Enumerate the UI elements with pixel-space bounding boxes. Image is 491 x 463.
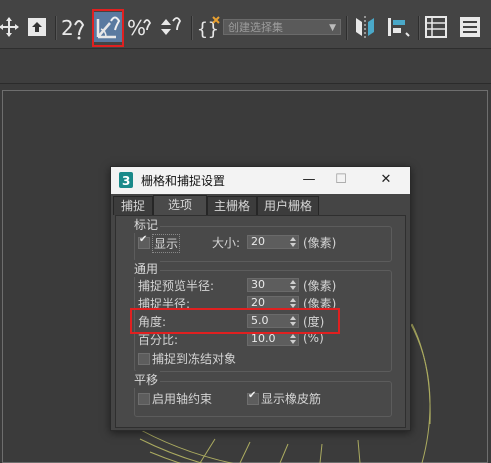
maximize-button[interactable]: ☐ [330, 170, 352, 190]
svg-text:{}: {} [197, 19, 219, 40]
move-icon[interactable] [0, 12, 24, 42]
general-group-title: 通用 [132, 260, 161, 277]
snap-frozen-checkbox[interactable] [138, 353, 150, 365]
tab-options[interactable]: 选项 [153, 195, 207, 216]
angle-snap-highlight [92, 9, 124, 47]
preview-radius-label: 捕捉预览半径: [138, 279, 215, 293]
close-button[interactable]: ✕ [375, 170, 397, 190]
tab-home-grid[interactable]: 主栅格 [207, 196, 257, 215]
chevron-down-icon: ▼ [329, 23, 336, 33]
angle-row-highlight [130, 308, 340, 334]
svg-text:%: % [127, 16, 146, 40]
minimize-button[interactable]: — [298, 170, 320, 190]
tab-user-grids[interactable]: 用户栅格 [257, 196, 319, 215]
mirror-icon[interactable] [350, 12, 380, 42]
spinner-snap-icon[interactable] [155, 12, 185, 42]
preview-radius-spinner[interactable]: 30 [247, 278, 299, 292]
align-icon[interactable] [383, 12, 413, 42]
rubber-band-checkbox[interactable] [247, 390, 259, 405]
markers-group-title: 标记 [132, 216, 161, 233]
dialog-titlebar[interactable]: 3 栅格和捕捉设置 — ☐ ✕ [111, 167, 410, 194]
layer-explorer-icon[interactable] [421, 12, 451, 42]
rubber-band-label: 显示橡皮筋 [261, 392, 322, 406]
grid-snap-settings-dialog: 3 栅格和捕捉设置 — ☐ ✕ 捕捉 选项 主栅格 用户栅格 标记 显示 大小:… [110, 166, 411, 431]
snap-2d-icon[interactable]: 2 [58, 12, 88, 42]
size-label: 大小: [212, 236, 241, 250]
translation-group-title: 平移 [132, 371, 161, 388]
spinner-arrows-icon[interactable] [290, 237, 297, 247]
dialog-title: 栅格和捕捉设置 [141, 174, 226, 188]
tab-snaps[interactable]: 捕捉 [113, 196, 153, 215]
display-checkbox[interactable] [138, 234, 150, 249]
snap-frozen-label: 捕捉到冻结对象 [152, 352, 237, 366]
size-spinner[interactable]: 20 [247, 235, 299, 249]
axis-constraints-checkbox[interactable] [138, 393, 150, 405]
percent-snap-icon[interactable]: % [124, 12, 154, 42]
main-toolbar: 2 % {} 创建选择集 ▼ [0, 6, 491, 49]
spinner-arrows-icon[interactable] [290, 280, 297, 290]
axis-constraints-label: 启用轴约束 [152, 392, 213, 406]
display-label: 显示 [152, 234, 181, 253]
ribbon-icon[interactable] [455, 12, 485, 42]
spinner-arrows-icon[interactable] [290, 298, 297, 308]
size-unit: (像素) [303, 236, 337, 250]
edit-named-selection-icon[interactable]: {} [194, 12, 224, 42]
selection-set-dropdown[interactable]: 创建选择集 ▼ [223, 19, 341, 35]
svg-text:2: 2 [61, 16, 74, 40]
app-logo-icon: 3 [119, 172, 133, 188]
preview-radius-unit: (像素) [303, 279, 337, 293]
spinner-arrows-icon[interactable] [290, 334, 297, 344]
svg-text:3: 3 [122, 174, 130, 188]
secondary-toolbar [0, 49, 491, 84]
upload-icon[interactable] [22, 12, 52, 42]
percent-spinner[interactable]: 10.0 [247, 332, 299, 346]
